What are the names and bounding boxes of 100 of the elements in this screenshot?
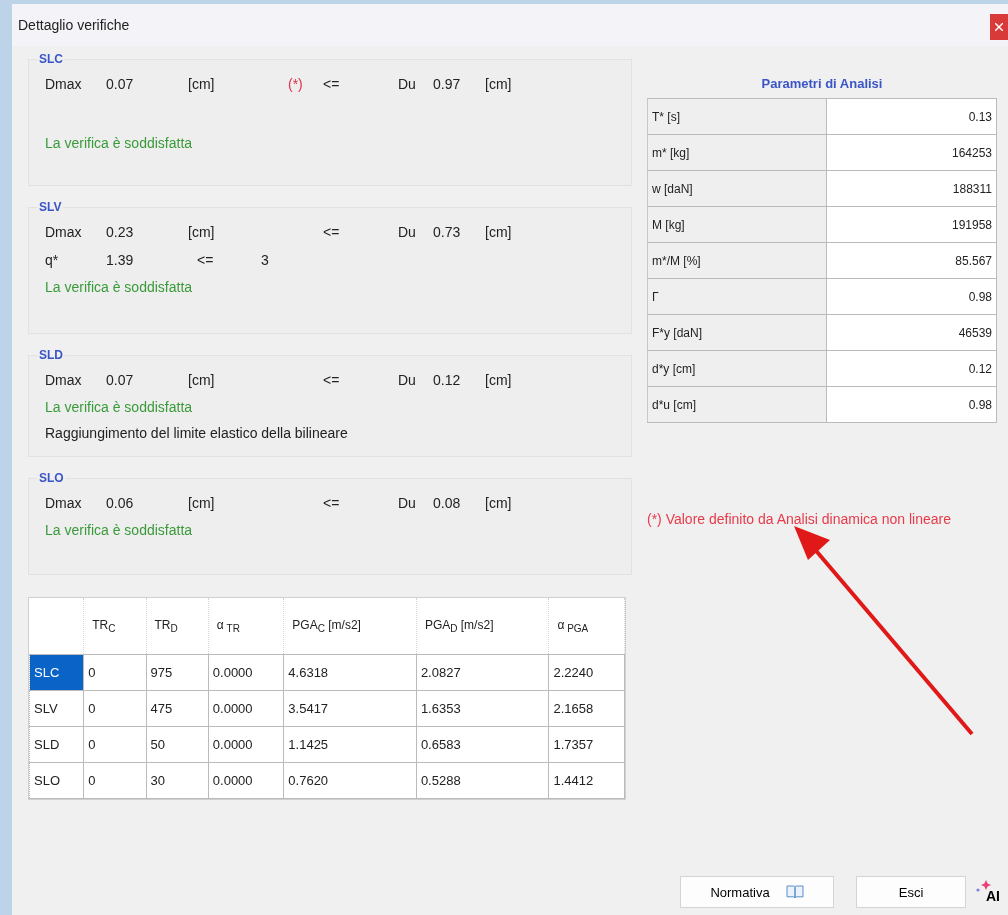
table-cell: 1.6353 [416, 690, 549, 727]
label-text: Dmax [45, 224, 83, 240]
parameter-label: d*u [cm] [647, 386, 827, 423]
column-header: α $_{PGA}$ [548, 598, 625, 655]
panel-title: Parametri di Analisi [760, 76, 884, 93]
label-text: Dmax [45, 76, 83, 92]
parameter-value: 85.567 [826, 242, 997, 279]
parameter-value: 0.98 [826, 278, 997, 315]
parameter-label: F*y [daN] [647, 314, 827, 351]
marker-text: (*) [288, 76, 303, 92]
table-cell: 0.7620 [283, 762, 417, 799]
column-header: α $_{TR}$ [208, 598, 284, 655]
group-title: SLD [38, 348, 64, 362]
status-text: La verifica è soddisfatta [45, 278, 194, 297]
window-title: Dettaglio verifiche [18, 17, 130, 33]
table-cell: 0 [83, 654, 146, 691]
table-cell: 0.6583 [416, 726, 549, 763]
label-text: Du [398, 495, 417, 511]
table-cell: 1.7357 [548, 726, 625, 763]
value-text: 0.73 [433, 224, 462, 240]
group-title: SLC [38, 52, 64, 66]
parameter-label: m*/M [%] [647, 242, 827, 279]
unit-text: [cm] [485, 495, 512, 511]
operator-text: <= [323, 495, 341, 511]
table-cell: 0 [83, 726, 146, 763]
close-icon [995, 23, 1003, 31]
table-cell: 0 [83, 762, 146, 799]
close-button[interactable] [990, 14, 1008, 40]
row-header[interactable]: SLC [29, 654, 84, 691]
table-cell: 0.0000 [208, 762, 284, 799]
table-cell: 0 [83, 690, 146, 727]
value-text: 0.12 [433, 372, 462, 388]
unit-text: [cm] [188, 76, 216, 92]
row-header[interactable]: SLV [29, 690, 84, 727]
value-text: 0.06 [106, 495, 135, 511]
parameter-label: M [kg] [647, 206, 827, 243]
group-title: SLO [38, 471, 65, 485]
table-cell: 475 [146, 690, 209, 727]
unit-text: [cm] [188, 372, 216, 388]
value-text: 1.39 [106, 252, 135, 268]
value-text: 0.23 [106, 224, 135, 240]
label-text: Dmax [45, 495, 83, 511]
operator-text: <= [323, 224, 341, 240]
table-cell: 30 [146, 762, 209, 799]
ai-button[interactable]: AI [976, 880, 1000, 904]
parameter-value: 0.98 [826, 386, 997, 423]
parameter-label: T* [s] [647, 98, 827, 135]
table-cell: 0.0000 [208, 654, 284, 691]
book-icon [785, 885, 804, 899]
dialog-button[interactable]: Esci [856, 876, 966, 908]
unit-text: [cm] [485, 76, 512, 92]
parameter-value: 46539 [826, 314, 997, 351]
unit-text: [cm] [485, 372, 512, 388]
label-text: Du [398, 372, 417, 388]
dialog-button[interactable]: Normativa [680, 876, 834, 908]
parameter-label: m* [kg] [647, 134, 827, 171]
operator-text: <= [323, 372, 341, 388]
parameter-value: 191958 [826, 206, 997, 243]
footnote-text: (*) Valore definito da Analisi dinamica non lineare [647, 511, 953, 528]
table-cell: 3.5417 [283, 690, 417, 727]
column-header: TR$_{D}$ [146, 598, 209, 655]
unit-text: [cm] [188, 224, 216, 240]
table-cell: 2.1658 [548, 690, 625, 727]
value-text: 0.08 [433, 495, 462, 511]
operator-text: <= [197, 252, 215, 268]
value-text: 0.97 [433, 76, 462, 92]
row-header[interactable]: SLO [29, 762, 84, 799]
value-text: 3 [261, 252, 269, 268]
value-text: 0.07 [106, 76, 135, 92]
table-cell: 50 [146, 726, 209, 763]
status-text: La verifica è soddisfatta [45, 521, 194, 540]
table-cell: 2.0827 [416, 654, 549, 691]
parameter-label: Γ [647, 278, 827, 315]
label-text: Du [398, 224, 417, 240]
unit-text: [cm] [188, 495, 216, 511]
table-cell: 4.6318 [283, 654, 417, 691]
value-text: 0.07 [106, 372, 135, 388]
group-title: SLV [38, 200, 63, 214]
table-cell: 975 [146, 654, 209, 691]
table-cell: 2.2240 [548, 654, 625, 691]
table-cell: 0.5288 [416, 762, 549, 799]
status-text: La verifica è soddisfatta [45, 134, 194, 153]
table-cell: 1.1425 [283, 726, 417, 763]
note-text: Raggiungimento del limite elastico della bilineare [45, 424, 349, 443]
column-header: PGA$_{D}$ [m/s2] [416, 598, 549, 655]
parameter-value: 0.13 [826, 98, 997, 135]
parameter-value: 164253 [826, 134, 997, 171]
label-text: Dmax [45, 372, 83, 388]
parameter-value: 0.12 [826, 350, 997, 387]
column-header: TR$_{C}$ [83, 598, 146, 655]
table-cell: 0.0000 [208, 726, 284, 763]
row-header[interactable]: SLD [29, 726, 84, 763]
unit-text: [cm] [485, 224, 512, 240]
label-text: q* [45, 252, 60, 268]
label-text: Du [398, 76, 417, 92]
column-header: PGA$_{C}$ [m/s2] [283, 598, 417, 655]
operator-text: <= [323, 76, 341, 92]
table-cell: 1.4412 [548, 762, 625, 799]
parameter-label: d*y [cm] [647, 350, 827, 387]
parameter-value: 188311 [826, 170, 997, 207]
